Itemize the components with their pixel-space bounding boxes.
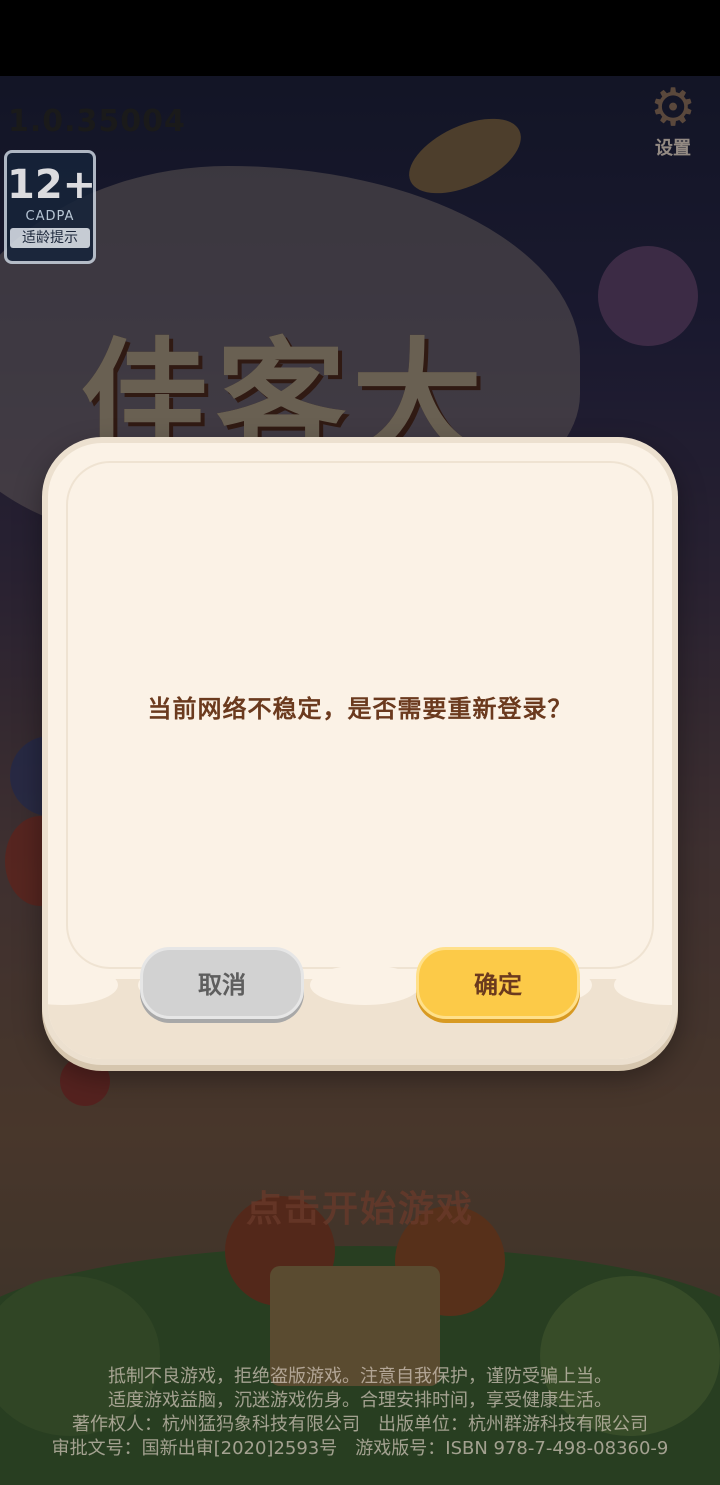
age-rating-org: CADPA [25,209,75,224]
footer-line: 抵制不良游戏，拒绝盗版游戏。注意自我保护，谨防受骗上当。 [108,1366,612,1387]
dialog-message: 当前网络不稳定，是否需要重新登录？ [147,695,573,723]
relogin-dialog: 当前网络不稳定，是否需要重新登录？ 取消 确定 [42,437,678,1065]
status-bar [0,0,720,76]
footer-line: 审批文号：国新出审[2020]2593号 游戏版号：ISBN 978-7-498… [51,1438,669,1459]
footer-notice: 抵制不良游戏，拒绝盗版游戏。注意自我保护，谨防受骗上当。 适度游戏益脑，沉迷游戏… [0,1365,720,1461]
age-rating-value: 12+ [7,162,97,208]
gear-icon: ⚙ [649,78,697,138]
cancel-button[interactable]: 取消 [140,947,304,1019]
age-rating-tip: 适龄提示 [10,228,90,248]
start-game-prompt[interactable]: 点击开始游戏 [0,1180,720,1232]
footer-line: 适度游戏益脑，沉迷游戏伤身。合理安排时间，享受健康生活。 [108,1390,612,1411]
settings-label: 设置 [655,138,691,159]
confirm-button[interactable]: 确定 [416,947,580,1019]
age-rating-badge[interactable]: 12+ CADPA 适龄提示 [4,150,96,264]
footer-line: 著作权人：杭州猛犸象科技有限公司 出版单位：杭州群游科技有限公司 [72,1414,648,1435]
settings-button[interactable]: ⚙ 设置 [628,78,718,168]
version-label: 1.0.35004 [8,104,186,139]
